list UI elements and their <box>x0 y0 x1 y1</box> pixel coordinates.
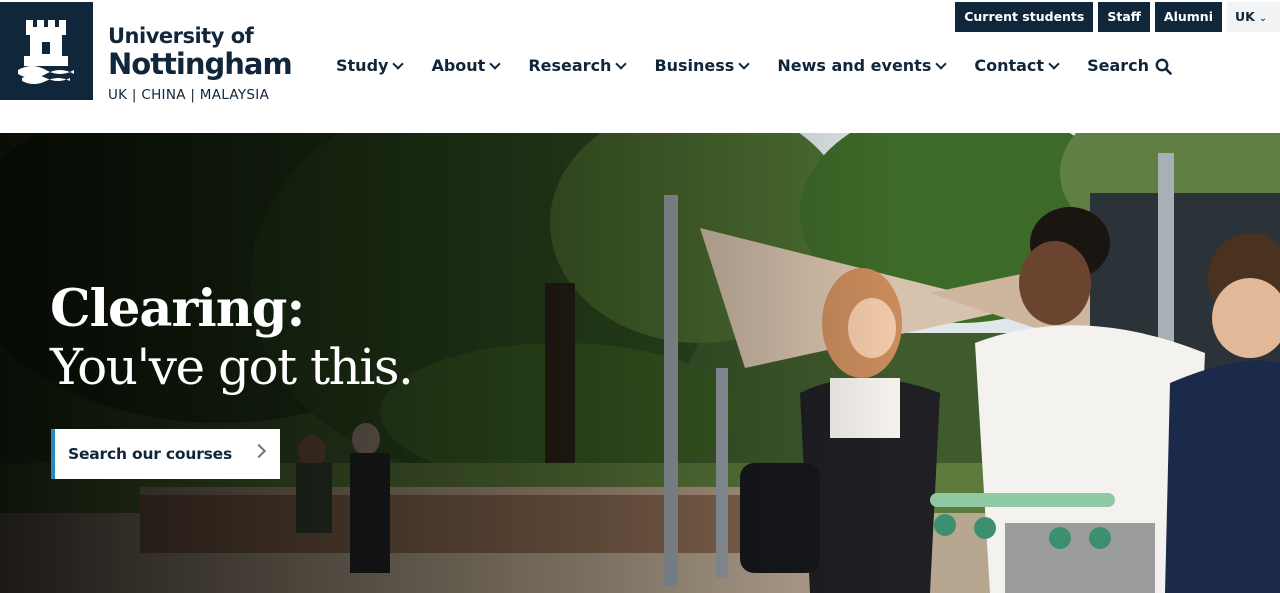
site-header: University of Nottingham UK | CHINA | MA… <box>0 0 1280 133</box>
chevron-down-icon <box>615 58 628 70</box>
utility-nav: Current students Staff Alumni UK ⌄ <box>955 2 1280 32</box>
nav-news-label: News and events <box>777 56 932 75</box>
nav-research-label: Research <box>528 56 612 75</box>
current-students-link[interactable]: Current students <box>955 2 1094 32</box>
nav-search[interactable]: Search <box>1087 54 1172 78</box>
chevron-right-icon <box>251 443 267 459</box>
search-courses-label: Search our courses <box>68 445 233 463</box>
university-logo[interactable] <box>0 2 93 100</box>
region-label: UK <box>1235 9 1255 24</box>
main-nav: Study About Research Business News and e… <box>336 54 1172 78</box>
nav-business-label: Business <box>654 56 735 75</box>
nav-contact[interactable]: Contact <box>974 54 1060 78</box>
hero-banner: Clearing: You've got this. Search our co… <box>0 133 1280 593</box>
logo-nottingham: Nottingham <box>108 47 293 81</box>
chevron-down-icon: ⌄ <box>1258 13 1268 24</box>
chevron-down-icon <box>489 58 501 70</box>
chevron-down-icon <box>738 58 750 70</box>
nav-about-label: About <box>431 56 486 75</box>
search-icon <box>1155 58 1172 75</box>
alumni-link[interactable]: Alumni <box>1154 2 1222 32</box>
nav-about[interactable]: About <box>431 54 501 78</box>
staff-link[interactable]: Staff <box>1098 2 1150 32</box>
logo-campuses: UK | CHINA | MALAYSIA <box>108 87 270 103</box>
logo-wordmark[interactable]: University of Nottingham UK | CHINA | MA… <box>108 24 293 104</box>
nav-business[interactable]: Business <box>654 54 750 78</box>
search-courses-button[interactable]: Search our courses <box>51 429 280 479</box>
nav-research[interactable]: Research <box>528 54 628 78</box>
nav-search-label: Search <box>1087 56 1149 75</box>
nav-study[interactable]: Study <box>336 54 405 78</box>
chevron-down-icon <box>1048 58 1060 70</box>
region-selector[interactable]: UK ⌄ <box>1227 2 1280 32</box>
castle-crest-icon <box>18 20 74 84</box>
hero-heading-line1: Clearing: <box>50 279 305 339</box>
hero-heading-line2: You've got this. <box>50 338 414 396</box>
logo-university-of: University of <box>108 24 254 48</box>
chevron-down-icon <box>392 58 405 70</box>
nav-study-label: Study <box>336 56 389 75</box>
hero-heading: Clearing: You've got this. <box>50 279 414 396</box>
nav-contact-label: Contact <box>974 56 1045 75</box>
chevron-down-icon <box>935 58 948 70</box>
nav-news-and-events[interactable]: News and events <box>777 54 948 78</box>
